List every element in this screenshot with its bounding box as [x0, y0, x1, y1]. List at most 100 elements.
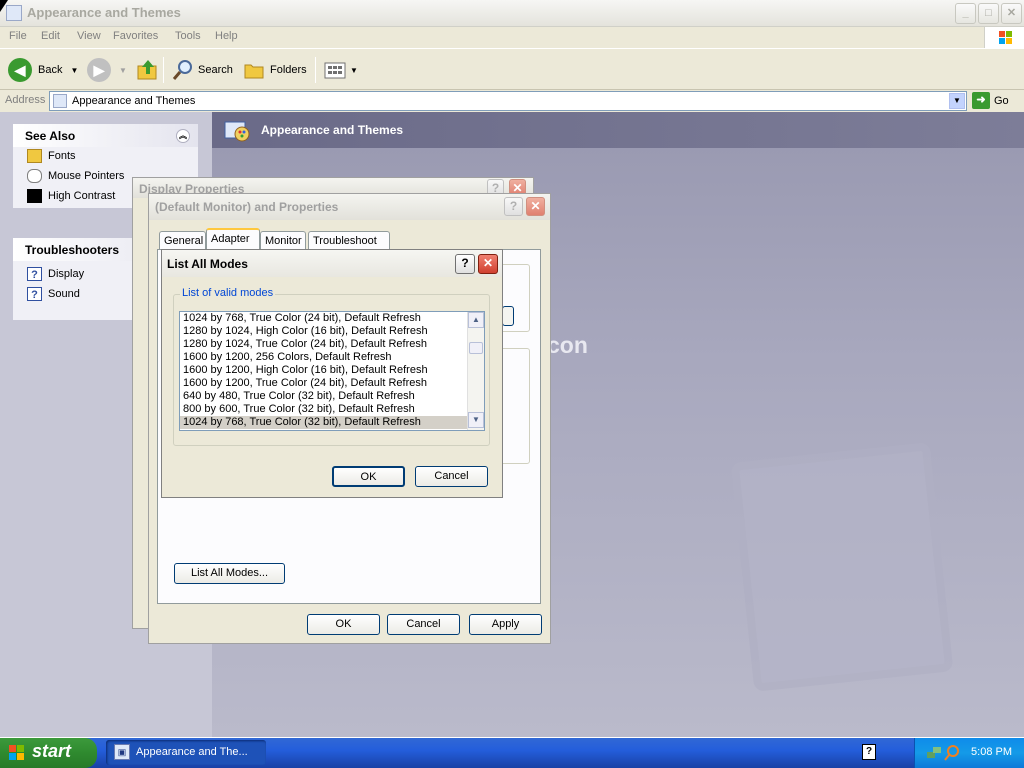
tab-adapter[interactable]: Adapter	[206, 228, 260, 250]
see-also-item-fonts[interactable]: Fonts	[13, 147, 198, 167]
close-button[interactable]: ✕	[526, 197, 545, 216]
back-arrow-icon: ◀	[8, 58, 32, 82]
menu-view[interactable]: View	[77, 30, 101, 42]
category-title: Appearance and Themes	[261, 123, 404, 137]
views-icon	[324, 62, 346, 79]
dialog-title[interactable]: (Default Monitor) and Properties	[149, 194, 550, 220]
ok-button[interactable]: OK	[307, 614, 380, 635]
folder-fonts-icon	[27, 149, 42, 163]
search-label: Search	[198, 64, 233, 76]
taskbar-item-appearance[interactable]: ▣ Appearance and The...	[106, 740, 266, 765]
close-button[interactable]: ✕	[1001, 3, 1022, 24]
folders-label: Folders	[270, 64, 307, 76]
menu-file[interactable]: File	[9, 30, 27, 42]
control-panel-icon	[6, 5, 22, 21]
see-also-header[interactable]: See Also ︽	[13, 124, 198, 147]
back-button[interactable]: ◀ Back ▼	[8, 57, 78, 83]
chevron-down-icon[interactable]: ▼	[949, 93, 965, 109]
folders-icon	[244, 64, 264, 79]
ok-button[interactable]: OK	[332, 466, 405, 487]
mode-list-item[interactable]: 1280 by 1024, High Color (16 bit), Defau…	[180, 325, 484, 338]
valid-modes-group: List of valid modes 1024 by 768, True Co…	[173, 287, 490, 446]
list-all-modes-button[interactable]: List All Modes...	[174, 563, 285, 584]
dialog-title[interactable]: List All Modes	[162, 250, 502, 277]
windows-logo-icon	[984, 27, 1024, 48]
help-button[interactable]: ?	[455, 254, 475, 274]
clock: 5:08 PM	[971, 746, 1012, 758]
properties-button[interactable]	[502, 306, 514, 326]
troubleshooter-item-label: Sound	[48, 288, 80, 300]
search-button[interactable]: Search	[172, 57, 233, 83]
apply-button[interactable]: Apply	[469, 614, 542, 635]
help-tray-icon[interactable]: ?	[862, 744, 876, 760]
mode-list-item[interactable]: 1600 by 1200, High Color (16 bit), Defau…	[180, 364, 484, 377]
search-tray-icon[interactable]	[943, 744, 961, 762]
close-button[interactable]: ✕	[478, 254, 498, 274]
category-header: Appearance and Themes	[212, 112, 1024, 148]
list-all-modes-dialog: List All Modes ? ✕ List of valid modes 1…	[161, 249, 503, 498]
start-button[interactable]: start	[0, 738, 97, 768]
dialog-title-text: (Default Monitor) and Properties	[155, 200, 339, 214]
mode-list-item[interactable]: 1280 by 1024, True Color (24 bit), Defau…	[180, 338, 484, 351]
address-value: Appearance and Themes	[72, 95, 196, 107]
address-bar: Address Appearance and Themes ▼ ➜ Go	[0, 90, 1024, 112]
up-folder-icon	[137, 60, 157, 80]
go-arrow-icon: ➜	[972, 92, 990, 109]
help-button[interactable]: ?	[504, 197, 523, 216]
dialog-title-text: List All Modes	[167, 257, 248, 271]
start-label: start	[32, 741, 72, 761]
menu-help[interactable]: Help	[215, 30, 238, 42]
mode-list-item[interactable]: 800 by 600, True Color (32 bit), Default…	[180, 403, 484, 416]
menu-edit[interactable]: Edit	[41, 30, 60, 42]
forward-button[interactable]: ▶ ▼	[87, 57, 127, 83]
go-button[interactable]: ➜ Go	[972, 92, 1009, 109]
taskbar-item-label: Appearance and The...	[136, 746, 248, 758]
see-also-item-label: Mouse Pointers	[48, 170, 125, 182]
cancel-button[interactable]: Cancel	[387, 614, 460, 635]
maximize-button[interactable]: □	[978, 3, 999, 24]
menu-bar: File Edit View Favorites Tools Help	[0, 27, 1024, 48]
control-panel-icon	[53, 94, 67, 108]
address-field[interactable]: Appearance and Themes ▼	[49, 91, 967, 111]
chevron-down-icon[interactable]: ▼	[119, 66, 127, 75]
chevron-down-icon: ▼	[350, 65, 358, 75]
troubleshooter-item-label: Display	[48, 268, 85, 280]
scroll-down-icon[interactable]: ▼	[468, 412, 484, 428]
mouse-cursor-icon	[0, 0, 8, 12]
contrast-icon	[27, 189, 42, 203]
mode-list-item[interactable]: 1600 by 1200, True Color (24 bit), Defau…	[180, 377, 484, 390]
see-also-item-label: Fonts	[48, 150, 76, 162]
network-icon[interactable]	[925, 744, 943, 762]
mode-list-item[interactable]: 1024 by 768, True Color (32 bit), Defaul…	[180, 416, 484, 429]
mode-list-item[interactable]: 640 by 480, True Color (32 bit), Default…	[180, 390, 484, 403]
scroll-up-icon[interactable]: ▲	[468, 312, 484, 328]
troubleshooters-title: Troubleshooters	[25, 243, 120, 257]
valid-modes-label: List of valid modes	[180, 287, 276, 299]
tab-troubleshoot[interactable]: Troubleshoot	[308, 231, 390, 250]
control-panel-icon: ▣	[114, 744, 130, 760]
collapse-icon[interactable]: ︽	[176, 129, 190, 143]
scroll-thumb[interactable]	[469, 342, 483, 354]
views-button[interactable]: ▼	[323, 57, 358, 83]
chevron-down-icon[interactable]: ▼	[70, 66, 78, 75]
back-label: Back	[38, 64, 63, 76]
tab-monitor[interactable]: Monitor	[260, 231, 306, 250]
explorer-title-bar[interactable]: Appearance and Themes _ □ ✕	[0, 0, 1024, 27]
vertical-scrollbar[interactable]: ▲ ▼	[467, 312, 484, 430]
menu-favorites[interactable]: Favorites	[113, 30, 158, 42]
watermark-graphic	[730, 442, 954, 692]
window-title: Appearance and Themes	[27, 5, 181, 20]
cancel-button[interactable]: Cancel	[415, 466, 488, 487]
forward-arrow-icon: ▶	[87, 58, 111, 82]
help-icon: ?	[27, 267, 42, 281]
modes-listbox[interactable]: 1024 by 768, True Color (24 bit), Defaul…	[179, 311, 485, 431]
mode-list-item[interactable]: 1024 by 768, True Color (24 bit), Defaul…	[180, 312, 484, 325]
tab-general[interactable]: General	[159, 231, 206, 250]
system-tray: 5:08 PM	[914, 738, 1024, 768]
mode-list-item[interactable]: 1600 by 1200, 256 Colors, Default Refres…	[180, 351, 484, 364]
minimize-button[interactable]: _	[955, 3, 976, 24]
up-folder-button[interactable]	[136, 57, 160, 83]
partial-text: con	[547, 332, 588, 358]
folders-button[interactable]: Folders	[243, 57, 307, 83]
menu-tools[interactable]: Tools	[175, 30, 201, 42]
